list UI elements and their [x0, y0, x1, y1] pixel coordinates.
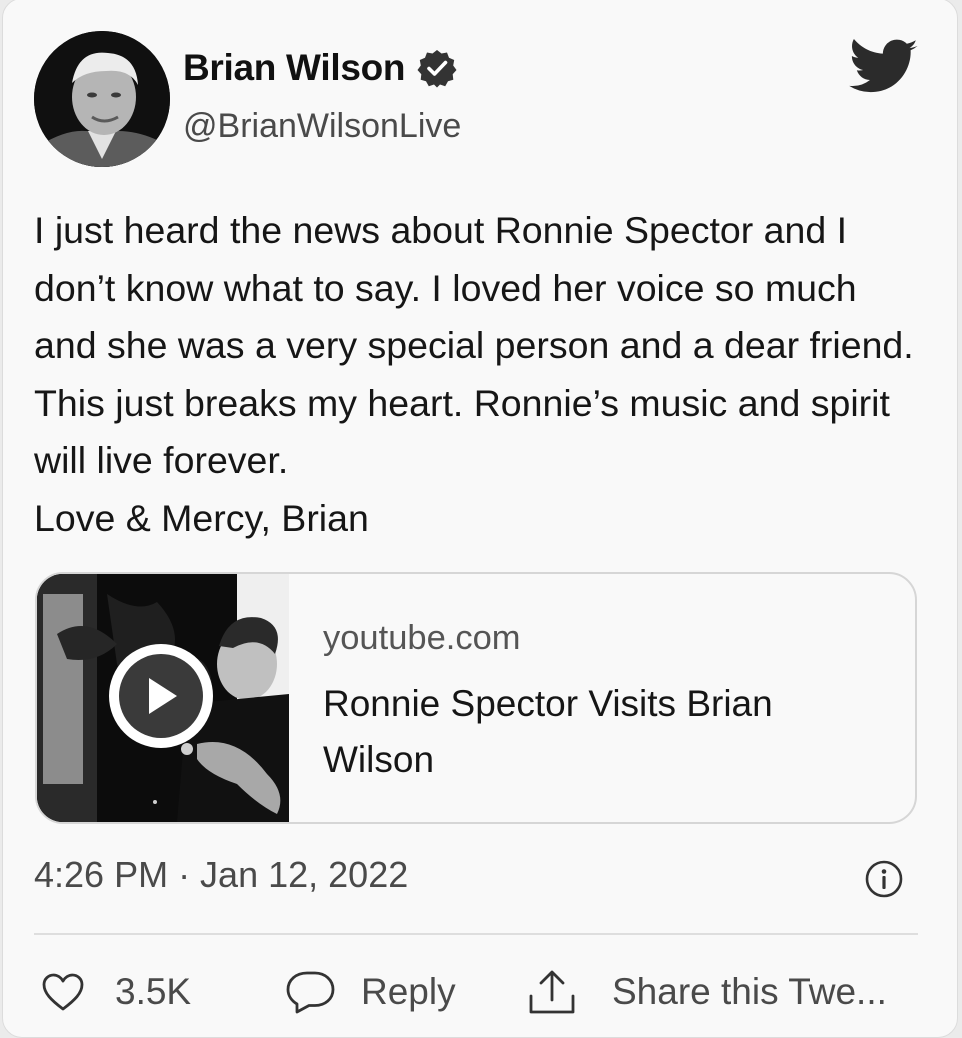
twitter-bird-icon[interactable]: [849, 39, 919, 97]
tweet-card: Brian Wilson @BrianWilsonLive I just hea…: [2, 0, 958, 1038]
share-label: Share this Twe...: [612, 971, 887, 1012]
author-name-row: Brian Wilson: [183, 47, 457, 89]
tweet-text: I just heard the news about Ronnie Spect…: [34, 209, 914, 539]
video-thumbnail[interactable]: [37, 574, 289, 822]
like-button[interactable]: 3.5K: [41, 964, 191, 1020]
verified-badge-icon: [417, 50, 457, 88]
speech-bubble-icon: [286, 971, 335, 1014]
tweet-timestamp[interactable]: 4:26 PM · Jan 12, 2022: [34, 854, 408, 896]
link-title: Ronnie Spector Visits Brian Wilson: [323, 683, 773, 780]
author-avatar[interactable]: [34, 31, 170, 167]
reply-button[interactable]: Reply: [285, 964, 456, 1020]
author-display-name[interactable]: Brian Wilson: [183, 47, 406, 89]
reply-label: Reply: [361, 971, 456, 1012]
info-icon[interactable]: [864, 859, 904, 899]
author-handle[interactable]: @BrianWilsonLive: [183, 107, 461, 146]
share-button[interactable]: Share this Twe...: [526, 964, 887, 1020]
avatar-photo: [34, 31, 170, 167]
divider: [34, 933, 918, 935]
play-button[interactable]: [109, 644, 213, 748]
link-preview-card[interactable]: youtube.com Ronnie Spector Visits Brian …: [35, 572, 917, 824]
share-icon: [529, 970, 575, 1014]
heart-icon: [42, 973, 84, 1011]
link-domain: youtube.com: [323, 619, 521, 657]
like-count: 3.5K: [115, 971, 192, 1012]
play-icon: [119, 654, 203, 738]
